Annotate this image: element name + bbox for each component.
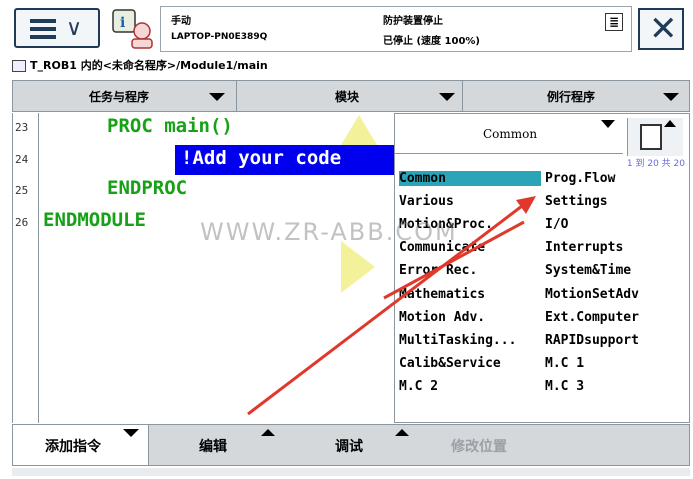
edit-button[interactable]: 编辑 [149, 425, 285, 465]
chevron-down-icon [123, 429, 139, 437]
annotation-arrow [247, 204, 523, 416]
arrowhead-icon [516, 196, 536, 214]
button-label: 修改位置 [451, 439, 507, 455]
chevron-up-icon [395, 429, 409, 436]
add-instruction-button[interactable]: 添加指令 [13, 425, 149, 465]
annotation-arrow [383, 220, 525, 300]
modify-position-button[interactable]: 修改位置 [415, 425, 555, 465]
debug-button[interactable]: 调试 [285, 425, 415, 465]
button-label: 添加指令 [45, 439, 101, 455]
button-label: 调试 [335, 439, 363, 455]
annotation-arrows [247, 196, 536, 416]
button-label: 编辑 [199, 439, 227, 455]
chevron-up-icon [261, 429, 275, 436]
bottom-toolbar: 添加指令 编辑 调试 修改位置 [12, 424, 690, 466]
footer-strip [12, 468, 690, 476]
